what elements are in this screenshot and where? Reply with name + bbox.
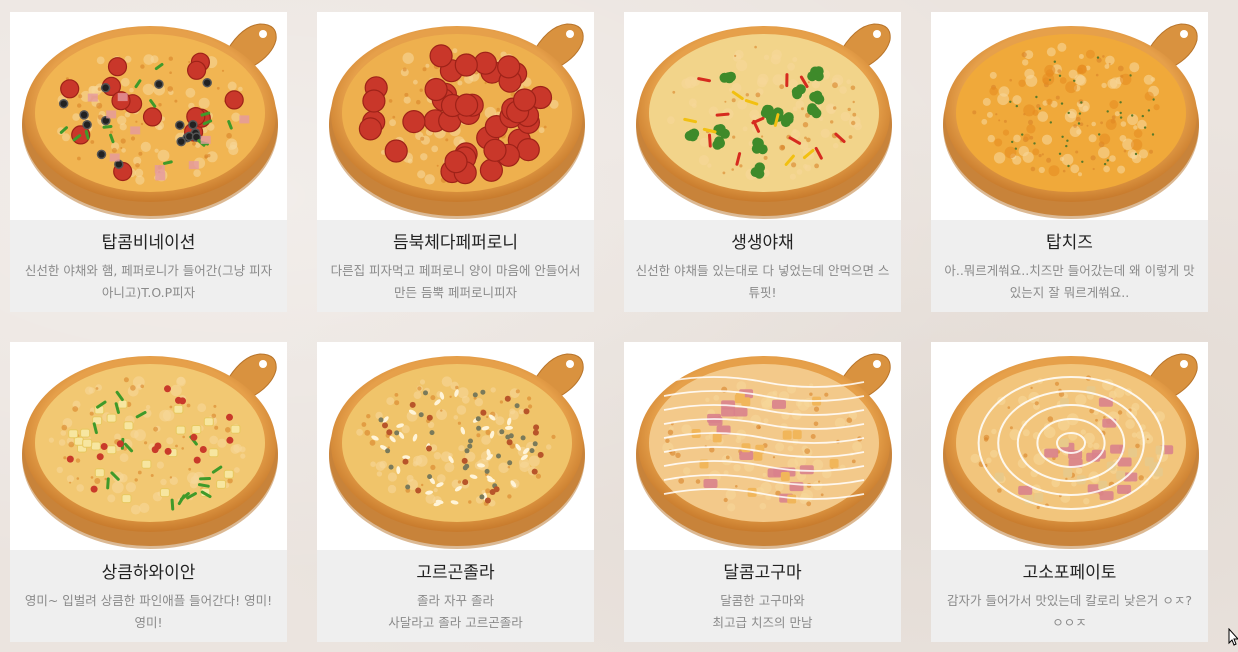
menu-description: 신선한 야채들 있는대로 다 넣었는데 안먹으면 스튜핏! bbox=[635, 263, 890, 300]
menu-info: 달콤고구마 달콤한 고구마와 최고급 치즈의 만남 bbox=[624, 550, 901, 642]
menu-name: 고르곤졸라 bbox=[416, 563, 495, 583]
menu-card-gorgonzola[interactable]: 고르곤졸라 졸라 자꾸 졸라 사달라고 졸라 고르곤졸라 bbox=[317, 342, 594, 642]
menu-name: 생생야채 bbox=[731, 233, 794, 253]
menu-description: 영미~ 입벌려 상큼한 파인애플 들어간다! 영미!영미! bbox=[24, 593, 273, 630]
menu-description: 아..뭐르게쒀요..치즈만 들어갔는데 왜 이렇게 맛있는지 잘 뭐르게쒀요.. bbox=[944, 263, 1195, 300]
menu-card-sweet-potato[interactable]: 달콤고구마 달콤한 고구마와 최고급 치즈의 만남 bbox=[624, 342, 901, 642]
menu-description: 신선한 야채와 햄, 페퍼로니가 들어간(그냥 피자 아니고)T.O.P피자 bbox=[24, 263, 273, 300]
pizza-image-sweet-potato[interactable] bbox=[624, 342, 901, 550]
menu-description: 달콤한 고구마와 최고급 치즈의 만남 bbox=[712, 593, 813, 630]
pizza-image-cheese[interactable] bbox=[931, 12, 1208, 220]
menu-name: 고소포페이토 bbox=[1022, 563, 1117, 583]
pizza-illustration bbox=[943, 23, 1199, 219]
pizza-image-gorgonzola[interactable] bbox=[317, 342, 594, 550]
menu-name: 탑치즈 bbox=[1046, 233, 1093, 253]
menu-name: 탑콤비네이션 bbox=[101, 233, 196, 253]
pizza-illustration bbox=[329, 23, 585, 219]
pizza-image-hawaiian[interactable] bbox=[10, 342, 287, 550]
mouse-cursor-icon bbox=[1228, 628, 1238, 646]
pizza-illustration bbox=[636, 353, 892, 549]
pizza-menu-grid: 탑콤비네이션 신선한 야채와 햄, 페퍼로니가 들어간(그냥 피자 아니고)T.… bbox=[10, 12, 1208, 642]
menu-description: 다른집 피자먹고 페퍼로니 양이 마음에 안들어서 만든 듬뿍 페퍼로니피자 bbox=[330, 263, 581, 300]
menu-info: 고소포페이토 감자가 들어가서 맛있는데 칼로리 낮은거 ㅇㅈ?ㅇㅇㅈ bbox=[931, 550, 1208, 642]
menu-description: 졸라 자꾸 졸라 사달라고 졸라 고르곤졸라 bbox=[388, 593, 523, 630]
menu-card-combination[interactable]: 탑콤비네이션 신선한 야채와 햄, 페퍼로니가 들어간(그냥 피자 아니고)T.… bbox=[10, 12, 287, 312]
pizza-image-vegetable[interactable] bbox=[624, 12, 901, 220]
menu-name: 달콤고구마 bbox=[723, 563, 802, 583]
menu-name: 듬북체다페퍼로니 bbox=[392, 233, 519, 253]
menu-name: 상큼하와이안 bbox=[101, 563, 196, 583]
menu-info: 탑치즈 아..뭐르게쒀요..치즈만 들어갔는데 왜 이렇게 맛있는지 잘 뭐르게… bbox=[931, 220, 1208, 312]
menu-card-pepperoni[interactable]: 듬북체다페퍼로니 다른집 피자먹고 페퍼로니 양이 마음에 안들어서 만든 듬뿍… bbox=[317, 12, 594, 312]
pizza-image-pepperoni[interactable] bbox=[317, 12, 594, 220]
menu-info: 탑콤비네이션 신선한 야채와 햄, 페퍼로니가 들어간(그냥 피자 아니고)T.… bbox=[10, 220, 287, 312]
menu-info: 고르곤졸라 졸라 자꾸 졸라 사달라고 졸라 고르곤졸라 bbox=[317, 550, 594, 642]
menu-card-potato[interactable]: 고소포페이토 감자가 들어가서 맛있는데 칼로리 낮은거 ㅇㅈ?ㅇㅇㅈ bbox=[931, 342, 1208, 642]
pizza-illustration bbox=[22, 23, 278, 219]
pizza-illustration bbox=[943, 353, 1199, 549]
menu-description: 감자가 들어가서 맛있는데 칼로리 낮은거 ㅇㅈ?ㅇㅇㅈ bbox=[946, 593, 1192, 630]
menu-info: 상큼하와이안 영미~ 입벌려 상큼한 파인애플 들어간다! 영미!영미! bbox=[10, 550, 287, 642]
menu-info: 생생야채 신선한 야채들 있는대로 다 넣었는데 안먹으면 스튜핏! bbox=[624, 220, 901, 312]
pizza-image-combination[interactable] bbox=[10, 12, 287, 220]
menu-info: 듬북체다페퍼로니 다른집 피자먹고 페퍼로니 양이 마음에 안들어서 만든 듬뿍… bbox=[317, 220, 594, 312]
pizza-illustration bbox=[22, 353, 278, 549]
pizza-image-potato[interactable] bbox=[931, 342, 1208, 550]
menu-card-vegetable[interactable]: 생생야채 신선한 야채들 있는대로 다 넣었는데 안먹으면 스튜핏! bbox=[624, 12, 901, 312]
menu-card-hawaiian[interactable]: 상큼하와이안 영미~ 입벌려 상큼한 파인애플 들어간다! 영미!영미! bbox=[10, 342, 287, 642]
pizza-illustration bbox=[329, 353, 585, 549]
menu-card-cheese[interactable]: 탑치즈 아..뭐르게쒀요..치즈만 들어갔는데 왜 이렇게 맛있는지 잘 뭐르게… bbox=[931, 12, 1208, 312]
pizza-illustration bbox=[636, 23, 892, 219]
